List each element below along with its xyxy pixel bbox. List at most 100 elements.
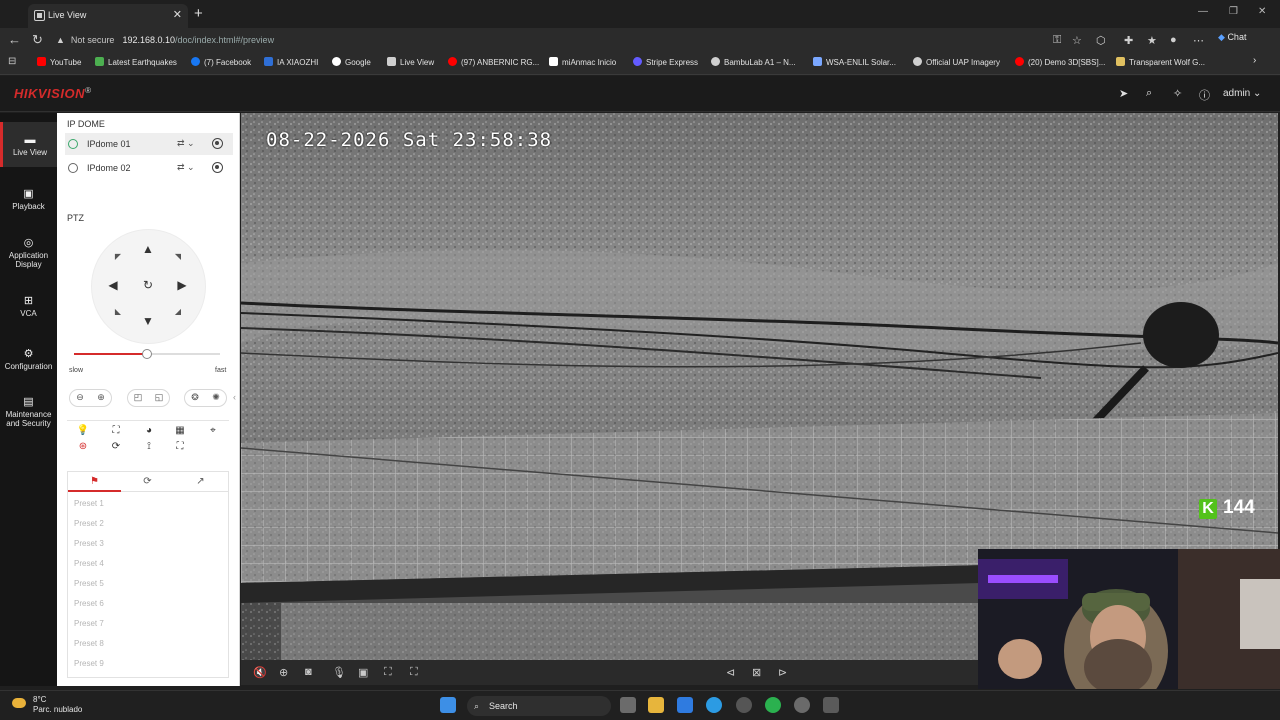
send-icon[interactable]: ➤ bbox=[1119, 87, 1128, 100]
stop-all-icon[interactable]: ⊠ bbox=[752, 666, 761, 679]
store-icon[interactable] bbox=[677, 697, 693, 713]
media-player-icon[interactable] bbox=[794, 697, 810, 713]
lens-init-icon[interactable]: ⛶ bbox=[173, 441, 187, 452]
nav-maintenance[interactable]: ▤ Maintenance and Security bbox=[0, 397, 57, 429]
zoom-out-icon[interactable]: ⊖ bbox=[73, 392, 87, 403]
chat-button[interactable]: ◆ Chat bbox=[1218, 32, 1246, 43]
microphone-icon[interactable]: 🎙 bbox=[332, 666, 346, 679]
bookmark-transparent-wolf[interactable]: Transparent Wolf G... bbox=[1116, 57, 1205, 67]
grid-icon[interactable]: ▦ bbox=[173, 425, 187, 436]
preset-item[interactable]: Preset 4 bbox=[74, 559, 104, 568]
tab-preset-flag-icon[interactable]: ⚑ bbox=[68, 472, 121, 492]
focus-far-icon[interactable]: ◱ bbox=[152, 392, 166, 403]
windows-start-icon[interactable] bbox=[440, 697, 456, 713]
ptz-auto-pan-icon[interactable]: ↻ bbox=[141, 278, 155, 292]
maximize-icon[interactable]: ❐ bbox=[1229, 6, 1238, 17]
regional-focus-icon[interactable]: ⛶ bbox=[384, 666, 392, 679]
preset-item[interactable]: Preset 3 bbox=[74, 539, 104, 548]
ptz-up-icon[interactable]: ▲ bbox=[141, 242, 155, 256]
bookmarks-overflow-icon[interactable]: › bbox=[1253, 55, 1256, 66]
record-icon[interactable] bbox=[212, 138, 223, 149]
favorites-icon[interactable]: ★ bbox=[1147, 34, 1157, 47]
ptz-up-left-icon[interactable]: ◤ bbox=[111, 252, 125, 261]
close-tab-icon[interactable]: ✕ bbox=[173, 8, 182, 21]
camera-item-ipdome-01[interactable]: IPdome 01 ⇄ ⌄ bbox=[65, 133, 233, 155]
bookmark-google[interactable]: Google bbox=[332, 57, 371, 67]
whatsapp-icon[interactable] bbox=[765, 697, 781, 713]
prev-window-icon[interactable]: ⊲ bbox=[726, 666, 735, 679]
preset-item[interactable]: Preset 5 bbox=[74, 579, 104, 588]
file-explorer-icon[interactable] bbox=[648, 697, 664, 713]
capture-icon[interactable]: ◙ bbox=[305, 666, 312, 678]
stream-switch-icon[interactable]: ⇄ ⌄ bbox=[177, 162, 195, 173]
ptz-down-right-icon[interactable]: ◢ bbox=[171, 307, 185, 316]
nav-live-view[interactable]: ▬ Live View bbox=[0, 122, 57, 167]
wizard-icon[interactable]: ✧ bbox=[1173, 87, 1182, 100]
preset-item[interactable]: Preset 7 bbox=[74, 619, 104, 628]
regional-exposure-icon[interactable]: ⛶ bbox=[410, 666, 418, 679]
reload-icon[interactable]: ↻ bbox=[32, 32, 43, 48]
profile-icon[interactable]: ● bbox=[1170, 34, 1177, 46]
tab-pattern-icon[interactable]: ↗ bbox=[174, 472, 227, 492]
minimize-icon[interactable]: — bbox=[1198, 6, 1208, 17]
new-tab-button[interactable]: + bbox=[194, 5, 203, 22]
bookmark-anbernic[interactable]: (97) ANBERNIC RG... bbox=[448, 57, 539, 67]
key-icon[interactable]: ⚿ bbox=[1053, 34, 1061, 47]
ptz-right-icon[interactable]: ▶ bbox=[175, 278, 189, 292]
focus-near-icon[interactable]: ◰ bbox=[131, 392, 145, 403]
ptz-left-icon[interactable]: ◀ bbox=[106, 278, 120, 292]
bookmark-uap[interactable]: Official UAP Imagery bbox=[913, 57, 1000, 67]
close-window-icon[interactable]: ✕ bbox=[1258, 6, 1266, 17]
star-icon[interactable]: ☆ bbox=[1072, 34, 1082, 47]
digital-zoom-icon[interactable]: ⊕ bbox=[279, 666, 288, 679]
bookmark-facebook[interactable]: (7) Facebook bbox=[191, 57, 251, 67]
mute-icon[interactable]: 🔇 bbox=[253, 666, 267, 679]
tab-patrol-icon[interactable]: ⟳ bbox=[121, 472, 174, 492]
next-window-icon[interactable]: ⊳ bbox=[778, 666, 787, 679]
ptz-down-left-icon[interactable]: ◣ bbox=[111, 307, 125, 316]
preset-item[interactable]: Preset 2 bbox=[74, 519, 104, 528]
ptz-speed-handle[interactable] bbox=[142, 349, 152, 359]
nav-playback[interactable]: ▣ Playback bbox=[0, 189, 57, 212]
iris-open-icon[interactable]: ✺ bbox=[209, 392, 223, 403]
bookmark-ia-xiaozhi[interactable]: IA XIAOZHI bbox=[264, 57, 318, 67]
user-menu[interactable]: admin ⌄ bbox=[1223, 88, 1261, 99]
preset-item[interactable]: Preset 6 bbox=[74, 599, 104, 608]
zoom-in-icon[interactable]: ⊕ bbox=[94, 392, 108, 403]
bookmark-wsa-enlil[interactable]: WSA-ENLIL Solar... bbox=[813, 57, 896, 67]
edge-browser-icon[interactable] bbox=[706, 697, 722, 713]
ptz-down-icon[interactable]: ▼ bbox=[141, 314, 155, 328]
manual-track-icon[interactable]: ⊛ bbox=[76, 441, 90, 452]
camera-item-ipdome-02[interactable]: IPdome 02 ⇄ ⌄ bbox=[65, 157, 233, 179]
preset-item[interactable]: Preset 8 bbox=[74, 639, 104, 648]
search-icon[interactable]: ⌕ bbox=[1146, 87, 1152, 100]
stream-switch-icon[interactable]: ⇄ ⌄ bbox=[177, 138, 195, 149]
iris-close-icon[interactable]: ❂ bbox=[188, 392, 202, 403]
nav-application-display[interactable]: ◎ Application Display bbox=[0, 238, 57, 270]
bookmark-mianmac[interactable]: miAnmac Inicio bbox=[549, 57, 616, 67]
task-view-icon[interactable] bbox=[620, 697, 636, 713]
weather-widget[interactable]: 8°C Parc. nublado bbox=[12, 695, 82, 715]
collapse-panel-icon[interactable]: ‹ bbox=[233, 392, 236, 402]
url-input[interactable]: ▲ Not secure 192.168.0.10/doc/index.html#/… bbox=[56, 32, 1036, 48]
3d-positioning-icon[interactable]: ⛶ bbox=[109, 425, 123, 436]
apps-icon[interactable]: ⊟ bbox=[8, 56, 16, 67]
auto-track-icon[interactable]: ⌖ bbox=[206, 425, 220, 436]
bookmark-stripe[interactable]: Stripe Express bbox=[633, 57, 698, 67]
wiper-icon[interactable]: ◕ bbox=[142, 425, 156, 436]
app-icon[interactable] bbox=[823, 697, 839, 713]
record-video-icon[interactable]: ▣ bbox=[358, 666, 368, 679]
bookmark-earthquakes[interactable]: Latest Earthquakes bbox=[95, 57, 177, 67]
preset-item[interactable]: Preset 9 bbox=[74, 659, 104, 668]
taskbar-search[interactable]: ⌕ Search bbox=[467, 696, 611, 716]
bookmark-youtube[interactable]: YouTube bbox=[37, 57, 81, 67]
puzzle-icon[interactable]: ✚ bbox=[1124, 34, 1133, 47]
help-icon[interactable]: ⓘ bbox=[1199, 87, 1210, 103]
record-icon[interactable] bbox=[212, 162, 223, 173]
more-icon[interactable]: ⋯ bbox=[1193, 34, 1204, 47]
bookmark-live-view[interactable]: Live View bbox=[387, 57, 434, 67]
ptz-up-right-icon[interactable]: ◥ bbox=[171, 252, 185, 261]
back-icon[interactable]: ← bbox=[8, 32, 21, 47]
light-icon[interactable]: 💡 bbox=[76, 425, 90, 436]
browser-tab[interactable]: Live View ✕ bbox=[28, 4, 188, 28]
